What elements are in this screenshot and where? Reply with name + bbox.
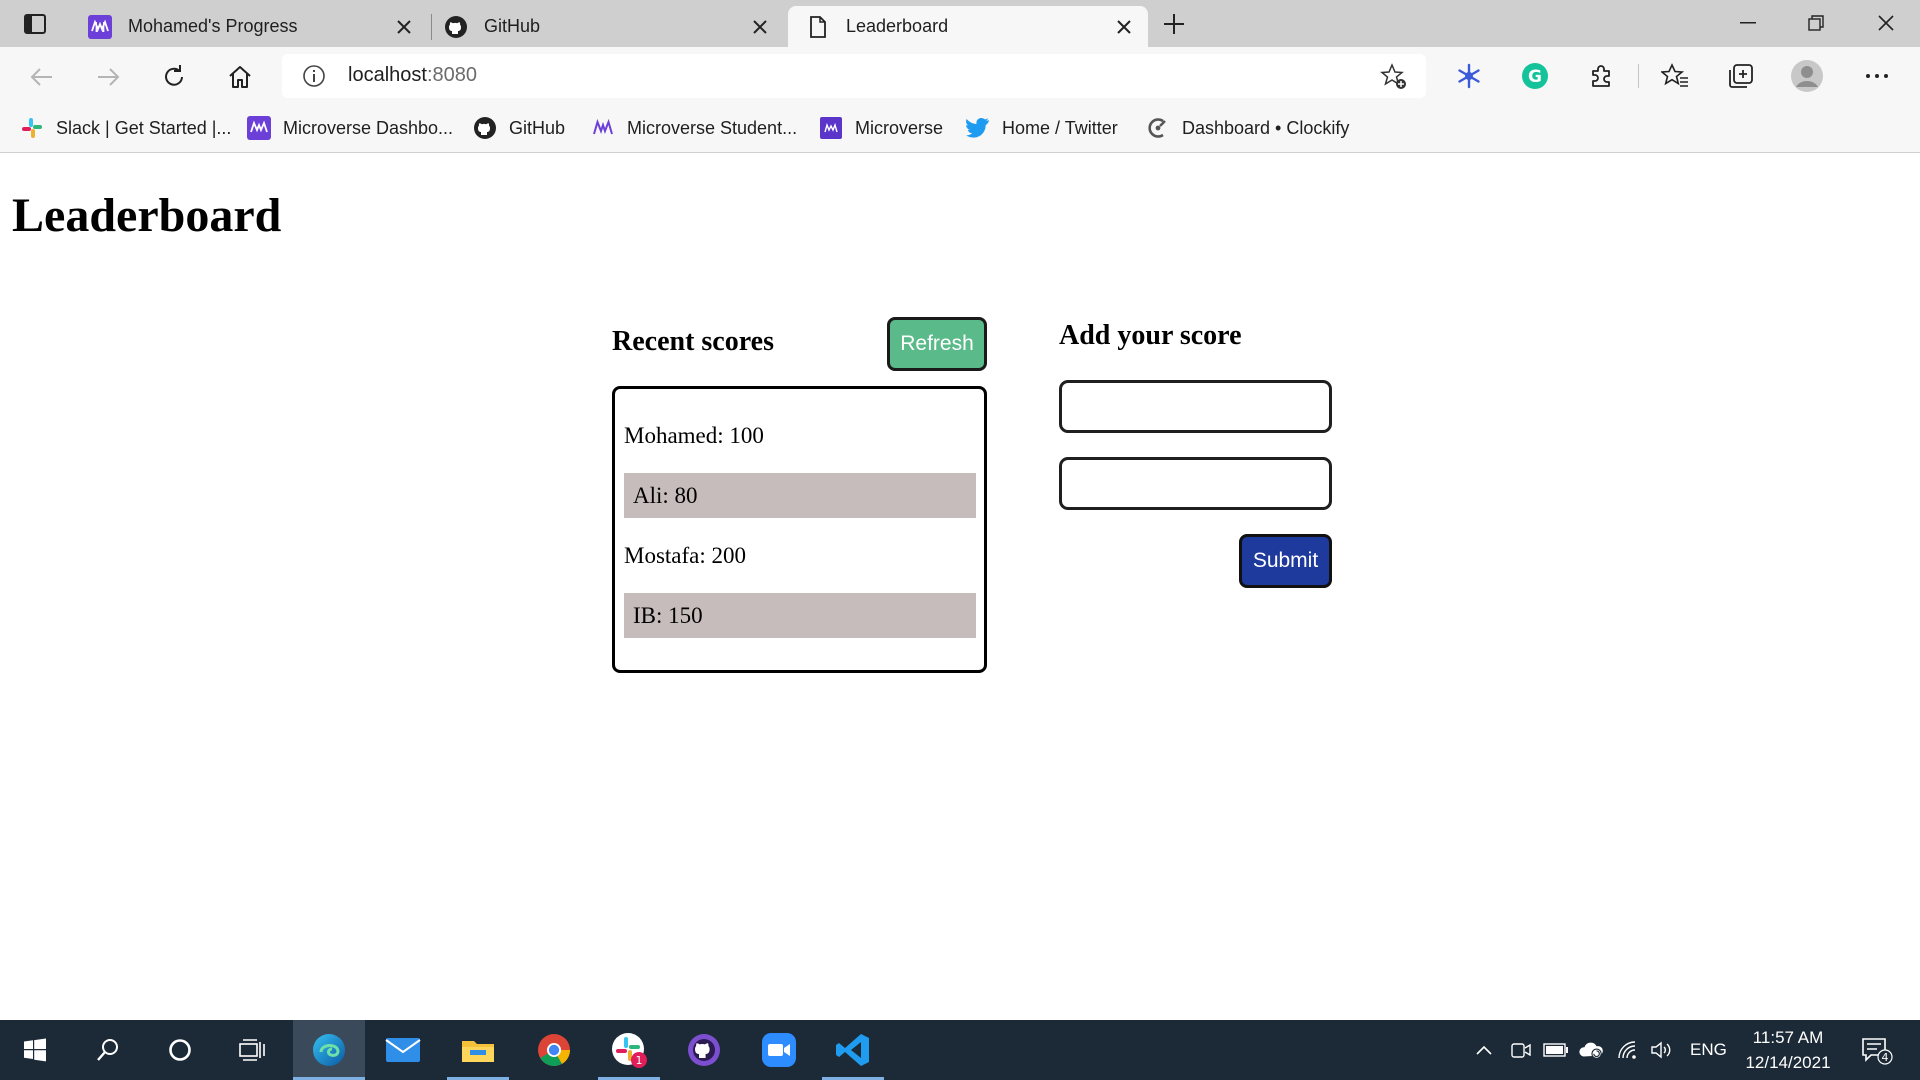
toolbar-separator [1638,64,1639,88]
favorite-label: Slack | Get Started |... [56,117,232,138]
submit-button[interactable]: Submit [1239,534,1332,588]
favorite-clockify[interactable]: Dashboard • Clockify [1146,115,1349,141]
url-port: :8080 [426,64,477,86]
tab-title: Mohamed's Progress [128,16,298,36]
home-icon[interactable] [222,59,258,95]
slack-icon [20,116,44,140]
windows-taskbar: 1 ENG 11:57 AM 12/14/2021 4 [0,1020,1920,1080]
tab-title: GitHub [484,16,541,36]
favorites-bar: Slack | Get Started |... Microverse Dash… [0,105,1920,153]
name-input[interactable] [1059,380,1332,433]
restore-icon[interactable] [1792,8,1840,38]
page-content: Leaderboard Recent scores Refresh Mohame… [0,154,1920,1020]
slack-taskbar-icon[interactable]: 1 [598,1020,660,1080]
score-item: Mostafa: 200 [624,542,747,568]
more-options-icon[interactable] [1860,59,1894,93]
scores-list: Mohamed: 100 Ali: 80 Mostafa: 200 IB: 15… [612,386,987,673]
microverse-outline-icon [591,116,615,140]
recent-scores-heading: Recent scores [612,326,774,357]
twitter-icon [966,116,990,140]
favorite-label: GitHub [509,117,566,138]
meet-now-icon[interactable] [1508,1038,1534,1062]
onedrive-icon[interactable] [1578,1038,1604,1062]
forward-icon[interactable] [90,59,126,95]
microverse-icon: ꟽ [88,14,112,39]
system-clock[interactable]: 11:57 AM 12/14/2021 [1738,1025,1838,1075]
favorite-microverse[interactable]: Microverse [819,115,943,141]
close-window-icon[interactable] [1862,8,1910,38]
page-icon [806,15,830,39]
input-language[interactable]: ENG [1690,1040,1727,1060]
microverse-small-icon [819,116,843,140]
search-icon[interactable] [77,1020,139,1080]
windows-start-icon[interactable] [4,1020,66,1080]
minimize-icon[interactable] [1724,8,1772,38]
zoom-icon[interactable] [748,1020,810,1080]
tab-mohameds-progress[interactable]: ꟽ Mohamed's Progress [70,6,428,47]
close-tab-icon[interactable] [394,17,414,37]
github-icon [444,15,468,39]
address-bar[interactable]: localhost:8080 [282,54,1426,98]
notifications-icon[interactable]: 4 [1860,1036,1894,1066]
score-item: IB: 150 [624,593,976,638]
github-desktop-icon[interactable] [673,1020,735,1080]
volume-icon[interactable] [1649,1038,1675,1062]
refresh-button[interactable]: Refresh [887,317,987,371]
clock-time: 11:57 AM [1752,1028,1824,1047]
edge-icon[interactable] [293,1020,365,1080]
back-icon[interactable] [24,59,60,95]
favorite-microverse-dashboard[interactable]: Microverse Dashbo... [247,115,453,141]
page-title: Leaderboard [12,189,282,242]
refresh-page-icon[interactable] [156,59,192,95]
favorite-label: Microverse Dashbo... [283,117,454,138]
extensions-puzzle-icon[interactable] [1584,59,1618,93]
show-hidden-icons-chevron[interactable] [1471,1038,1497,1062]
favorite-slack[interactable]: Slack | Get Started |... [20,115,231,141]
add-score-heading: Add your score [1059,320,1242,351]
microverse-icon [247,116,271,140]
favorite-github[interactable]: GitHub [473,115,565,141]
snowflake-extension-icon[interactable] [1452,59,1486,93]
score-input[interactable] [1059,457,1332,510]
site-info-icon[interactable] [302,64,326,88]
grammarly-icon[interactable]: G [1518,59,1552,93]
battery-icon[interactable] [1543,1038,1569,1062]
wifi-icon[interactable] [1615,1038,1641,1062]
file-explorer-icon[interactable] [447,1020,509,1080]
cortana-icon[interactable] [149,1020,211,1080]
profile-avatar[interactable] [1790,59,1824,93]
favorite-twitter[interactable]: Home / Twitter [966,115,1118,141]
add-favorite-icon[interactable] [1380,63,1408,91]
close-tab-icon[interactable] [750,17,770,37]
clock-date: 12/14/2021 [1745,1053,1831,1072]
notification-count: 4 [1882,1051,1889,1064]
tab-leaderboard[interactable]: Leaderboard [788,6,1148,47]
tab-title: Leaderboard [846,16,949,36]
score-item: Mohamed: 100 [624,422,764,448]
chrome-icon[interactable] [523,1020,585,1080]
task-view-icon[interactable] [221,1020,283,1080]
favorite-label: Home / Twitter [1002,117,1118,138]
github-icon [473,116,497,140]
clockify-icon [1146,116,1170,140]
slack-badge: 1 [636,1054,643,1067]
favorite-label: Dashboard • Clockify [1182,117,1350,138]
browser-tab-strip: ꟽ Mohamed's Progress GitHub Leaderboard [0,0,1920,47]
favorites-icon[interactable] [1658,59,1692,93]
collections-icon[interactable] [1724,59,1758,93]
svg-text:G: G [1528,67,1542,87]
favorite-label: Microverse [855,117,944,138]
favorite-microverse-student[interactable]: Microverse Student... [591,115,797,141]
browser-toolbar: localhost:8080 G [0,47,1920,105]
tab-github[interactable]: GitHub [432,6,784,47]
close-tab-icon[interactable] [1114,17,1134,37]
new-tab-icon[interactable] [1160,10,1188,38]
url-text: localhost:8080 [348,64,477,87]
score-item: Ali: 80 [624,473,976,518]
tab-actions-icon[interactable] [18,10,52,38]
url-host: localhost [348,64,427,86]
vscode-icon[interactable] [822,1020,884,1080]
mail-icon[interactable] [372,1020,434,1080]
favorite-label: Microverse Student... [627,117,798,138]
